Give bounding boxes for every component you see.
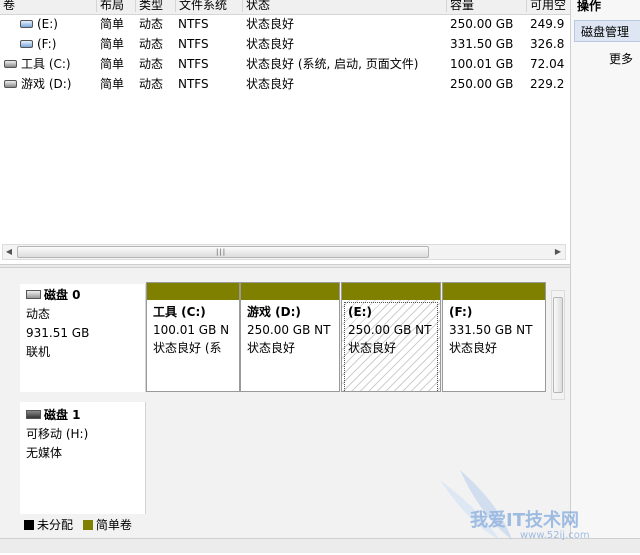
- disk-1-info[interactable]: 磁盘 1 可移动 (H:) 无媒体: [20, 402, 146, 514]
- disk-0-type: 动态: [26, 307, 51, 321]
- volume-capacity: 250.00 GB: [450, 17, 514, 31]
- scroll-left-arrow-icon[interactable]: ◀: [4, 247, 14, 257]
- actions-section-disk-management[interactable]: 磁盘管理: [574, 20, 640, 42]
- volume-layout: 简单: [100, 17, 125, 31]
- disk-1-state: 无媒体: [26, 446, 63, 460]
- volume-layout: 简单: [100, 57, 125, 71]
- scroll-right-arrow-icon[interactable]: ▶: [553, 247, 563, 257]
- vertical-scrollbar[interactable]: [551, 290, 565, 400]
- partition-label: 工具 (C:): [153, 305, 206, 319]
- volume-type: 动态: [139, 77, 164, 91]
- volume-type: 动态: [139, 57, 164, 71]
- simple-volume-bar: [147, 283, 239, 300]
- simple-volume-swatch: [82, 519, 93, 530]
- scrollbar-grip: |||: [216, 248, 227, 256]
- volume-name: 游戏 (D:): [4, 75, 71, 94]
- column-header-volume[interactable]: 卷: [0, 0, 95, 12]
- volume-type: 动态: [139, 17, 164, 31]
- volume-name: 工具 (C:): [4, 55, 71, 74]
- partition-status: 状态良好 (系: [153, 341, 222, 355]
- disk-0-name: 磁盘 0: [26, 286, 145, 305]
- volume-filesystem: NTFS: [178, 37, 209, 51]
- volume-type: 动态: [139, 37, 164, 51]
- partition-label: 游戏 (D:): [247, 305, 301, 319]
- disk-1-name: 磁盘 1: [26, 406, 145, 425]
- column-header-status[interactable]: 状态: [242, 0, 446, 12]
- volume-status: 状态良好: [246, 17, 295, 31]
- volume-row[interactable]: 游戏 (D:) 简单 动态 NTFS 状态良好 250.00 GB 229.2: [0, 75, 570, 94]
- volume-capacity: 100.01 GB: [450, 57, 514, 71]
- simple-volume-bar: [241, 283, 339, 300]
- partition-status: 状态良好: [348, 341, 397, 355]
- column-header-type[interactable]: 类型: [135, 0, 175, 12]
- legend-unallocated: 未分配: [37, 518, 74, 532]
- partition-size: 250.00 GB NT: [348, 323, 432, 337]
- actions-title: 操作: [577, 0, 602, 13]
- volume-filesystem: NTFS: [178, 57, 209, 71]
- removable-disk-icon: [26, 410, 41, 419]
- volume-list[interactable]: 卷 布局 类型 文件系统 状态 容量 可用空 (E:) 简单 动态 NTFS 状…: [0, 0, 570, 265]
- volume-filesystem: NTFS: [178, 17, 209, 31]
- actions-pane: 操作 磁盘管理 更多: [570, 0, 640, 552]
- unallocated-swatch: [24, 519, 34, 530]
- volume-capacity: 250.00 GB: [450, 77, 514, 91]
- volume-free-space: 326.8: [530, 37, 565, 51]
- scrollbar-thumb[interactable]: |||: [17, 246, 429, 258]
- drive-icon: [20, 19, 33, 28]
- volume-status: 状态良好: [246, 37, 295, 51]
- status-bar: [0, 538, 640, 553]
- volume-free-space: 249.9: [530, 17, 565, 31]
- partition-size: 250.00 GB NT: [247, 323, 331, 337]
- volume-name: (E:): [20, 15, 58, 34]
- column-header-capacity[interactable]: 容量: [446, 0, 530, 12]
- horizontal-scrollbar[interactable]: ◀ ||| ▶: [2, 244, 566, 260]
- volume-free-space: 229.2: [530, 77, 565, 91]
- partition-label: (E:): [348, 305, 372, 319]
- partition-label: (F:): [449, 305, 473, 319]
- disk-icon: [26, 290, 41, 299]
- disk-0-size: 931.51 GB: [26, 326, 90, 340]
- simple-volume-bar: [342, 283, 440, 300]
- partition-size: 331.50 GB NT: [449, 323, 533, 337]
- volume-row[interactable]: (E:) 简单 动态 NTFS 状态良好 250.00 GB 249.9: [0, 15, 570, 34]
- volume-status: 状态良好 (系统, 启动, 页面文件): [246, 57, 419, 71]
- partition-f[interactable]: (F:) 331.50 GB NT 状态良好: [442, 282, 546, 392]
- column-header-layout[interactable]: 布局: [96, 0, 136, 12]
- volume-layout: 简单: [100, 37, 125, 51]
- system-drive-icon: [4, 59, 17, 68]
- partition-d[interactable]: 游戏 (D:) 250.00 GB NT 状态良好: [240, 282, 340, 392]
- partition-e[interactable]: (E:) 250.00 GB NT 状态良好: [341, 282, 441, 392]
- volume-filesystem: NTFS: [178, 77, 209, 91]
- volume-status: 状态良好: [246, 77, 295, 91]
- disk-0-info[interactable]: 磁盘 0 动态 931.51 GB 联机: [20, 284, 146, 392]
- disk-management-pane: 卷 布局 类型 文件系统 状态 容量 可用空 (E:) 简单 动态 NTFS 状…: [0, 0, 570, 552]
- volume-list-header: 卷 布局 类型 文件系统 状态 容量 可用空: [0, 0, 570, 15]
- volume-layout: 简单: [100, 77, 125, 91]
- scrollbar-thumb[interactable]: [553, 297, 563, 393]
- volume-row[interactable]: (F:) 简单 动态 NTFS 状态良好 331.50 GB 326.8: [0, 35, 570, 54]
- partition-size: 100.01 GB N: [153, 323, 230, 337]
- volume-free-space: 72.04: [530, 57, 565, 71]
- column-header-free-space[interactable]: 可用空: [526, 0, 574, 12]
- column-header-filesystem[interactable]: 文件系统: [175, 0, 243, 12]
- more-actions-link[interactable]: 更多: [609, 50, 633, 67]
- simple-volume-bar: [443, 283, 545, 300]
- volume-name: (F:): [20, 35, 56, 54]
- volume-row[interactable]: 工具 (C:) 简单 动态 NTFS 状态良好 (系统, 启动, 页面文件) 1…: [0, 55, 570, 74]
- volume-capacity: 331.50 GB: [450, 37, 514, 51]
- partition-c[interactable]: 工具 (C:) 100.01 GB N 状态良好 (系: [146, 282, 240, 392]
- legend: 未分配 简单卷: [24, 518, 132, 532]
- disk-0-state: 联机: [26, 345, 51, 359]
- partition-status: 状态良好: [449, 341, 498, 355]
- system-drive-icon: [4, 79, 17, 88]
- drive-icon: [20, 39, 33, 48]
- partition-status: 状态良好: [247, 341, 296, 355]
- legend-simple-volume: 简单卷: [95, 518, 132, 532]
- disk-1-type: 可移动 (H:): [26, 427, 89, 441]
